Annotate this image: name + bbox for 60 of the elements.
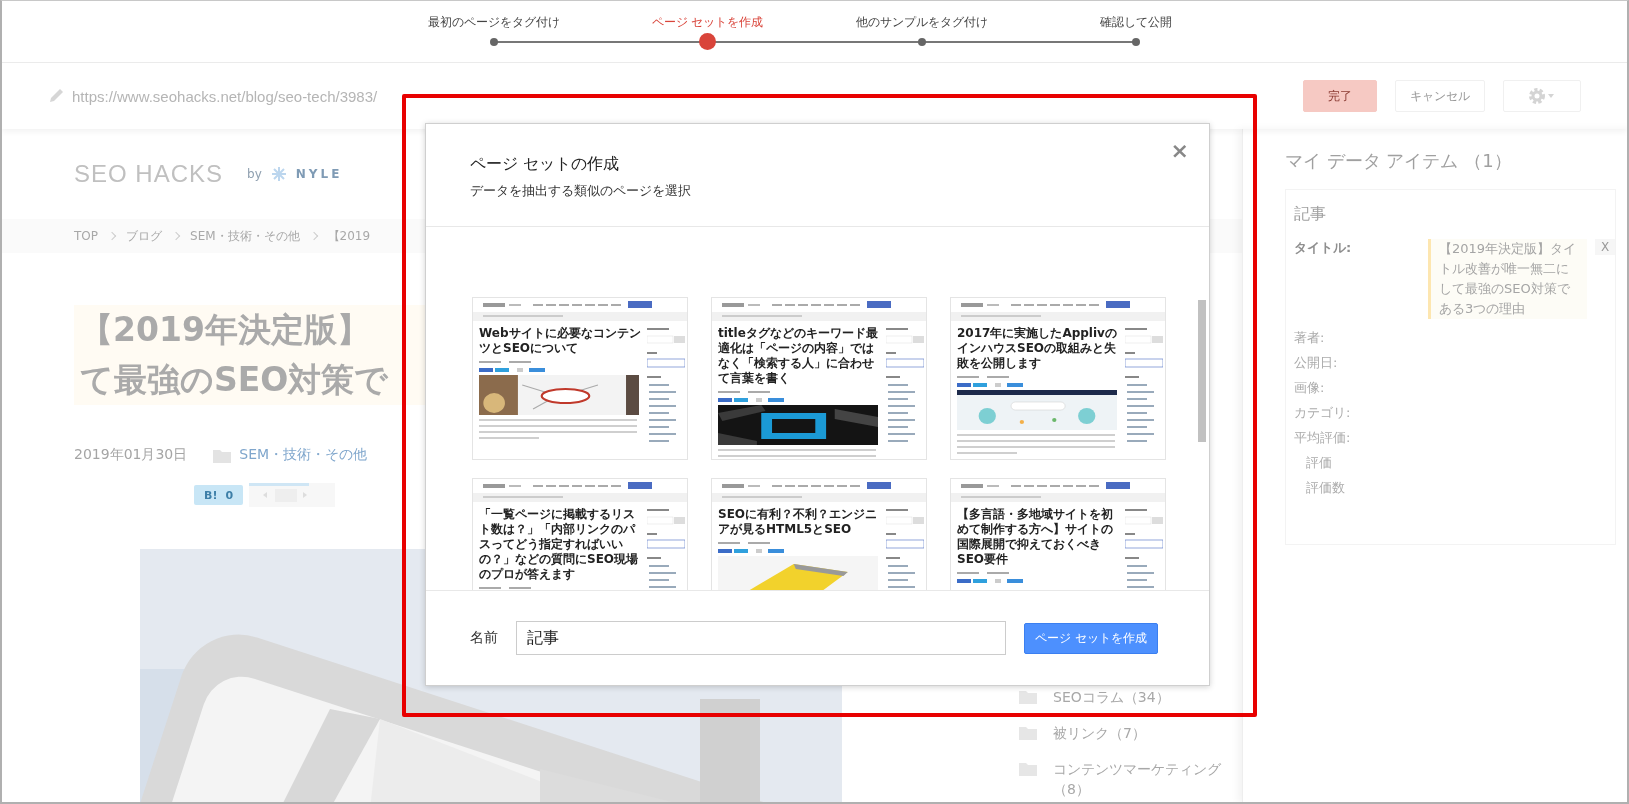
folder-icon (1019, 725, 1037, 740)
bookmark-button[interactable]: B! 0 (194, 485, 244, 505)
thumbnail-title: Webサイトに必要なコンテンツとSEOについて (479, 326, 641, 356)
scrollbar[interactable] (1198, 300, 1206, 442)
page-thumbnail[interactable]: Webサイトに必要なコンテンツとSEOについて (472, 297, 688, 460)
bookmark-label: B! (204, 488, 218, 502)
page-thumbnail[interactable]: titleタグなどのキーワード最適化は「ページの内容」ではなく「検索する人」に合わせて言葉を書く (711, 297, 927, 460)
dialog-subtitle: データを抽出する類似のページを選択 (470, 182, 692, 200)
thumbnail-title: SEOに有利？不利？エンジニアが見るHTML5とSEO (718, 507, 879, 537)
thumbnail-title: 2017年に実施したApplivのインハウスSEOの取組みと失敗を公開します (957, 326, 1118, 371)
folder-icon (1019, 689, 1037, 704)
share-buttons-drawing (718, 389, 784, 405)
logo-by-text: by (247, 167, 262, 181)
breadcrumb-link[interactable]: SEM・技術・その他 (190, 227, 300, 245)
dialog-title: ページ セットの作成 (470, 154, 621, 175)
step-label[interactable]: 最初のページをタグ付け (427, 14, 560, 30)
field-label: 平均評価: (1294, 429, 1352, 447)
field-label: カテゴリ: (1294, 404, 1352, 422)
breadcrumb-link[interactable]: TOP (74, 229, 98, 243)
gear-icon (1528, 87, 1556, 105)
brand-name: NYLE (295, 167, 343, 181)
field-label: 評価 (1305, 454, 1333, 472)
breadcrumb-link[interactable]: ブログ (126, 227, 162, 245)
field-label: 評価数 (1305, 479, 1346, 497)
pencil-icon (48, 88, 64, 104)
field-label: タイトル: (1294, 239, 1353, 257)
category-link[interactable]: 被リンク（7） (1053, 723, 1146, 743)
thumbnail-title: titleタグなどのキーワード最適化は「ページの内容」ではなく「検索する人」に合わせて言葉を書く (718, 326, 879, 386)
field-label: 著者: (1294, 329, 1326, 347)
done-button[interactable]: 完了 (1303, 80, 1377, 112)
share-buttons-drawing (479, 359, 545, 375)
folder-icon (1019, 761, 1037, 776)
field-label: 公開日: (1294, 354, 1339, 372)
snowflake-icon (271, 167, 286, 181)
site-logo[interactable]: SEO HACKS (74, 160, 224, 188)
field-label: 画像: (1294, 379, 1326, 397)
close-button[interactable]: × (1164, 136, 1195, 165)
category-link[interactable]: SEOコラム（34） (1053, 687, 1170, 707)
item-title: 記事 (1294, 204, 1327, 225)
page-thumbnail[interactable]: SEOに有利？不利？エンジニアが見るHTML5とSEO (711, 478, 927, 590)
page-url: https://www.seohacks.net/blog/seo-tech/3983/ (72, 87, 378, 105)
step-label[interactable]: ページ セットを作成 (651, 14, 764, 30)
share-buttons-drawing (957, 570, 1023, 586)
cancel-button[interactable]: キャンセル (1395, 80, 1485, 112)
folder-icon (213, 447, 232, 463)
thumbnail-title: 【多言語・多地域サイトを初めて制作する方へ】サイトの国際展開で抑えておくべきSEO要件 (957, 507, 1114, 567)
panel-title: マイ データ アイテム （1） (1285, 149, 1513, 173)
bookmark-count: 0 (225, 488, 234, 502)
share-buttons-drawing (957, 374, 1023, 390)
remove-button[interactable]: X (1595, 239, 1616, 255)
category-link[interactable]: コンテンツマーケティング（8） (1053, 759, 1233, 799)
page-thumbnail[interactable]: 2017年に実施したApplivのインハウスSEOの取組みと失敗を公開します (950, 297, 1166, 460)
step-label[interactable]: 他のサンプルをタグ付け (855, 14, 988, 30)
settings-button[interactable] (1503, 80, 1581, 112)
step-label[interactable]: 確認して公開 (1099, 14, 1172, 30)
breadcrumb-link[interactable]: 【2019 (327, 227, 371, 245)
category-link[interactable]: SEM・技術・その他 (239, 446, 368, 464)
create-button[interactable]: ページ セットを作成 (1024, 622, 1158, 654)
page-thumbnail[interactable]: 【多言語・多地域サイトを初めて制作する方へ】サイトの国際展開で抑えておくべきSEO要件 (950, 478, 1166, 590)
post-date: 2019年01月30日 (74, 446, 188, 464)
